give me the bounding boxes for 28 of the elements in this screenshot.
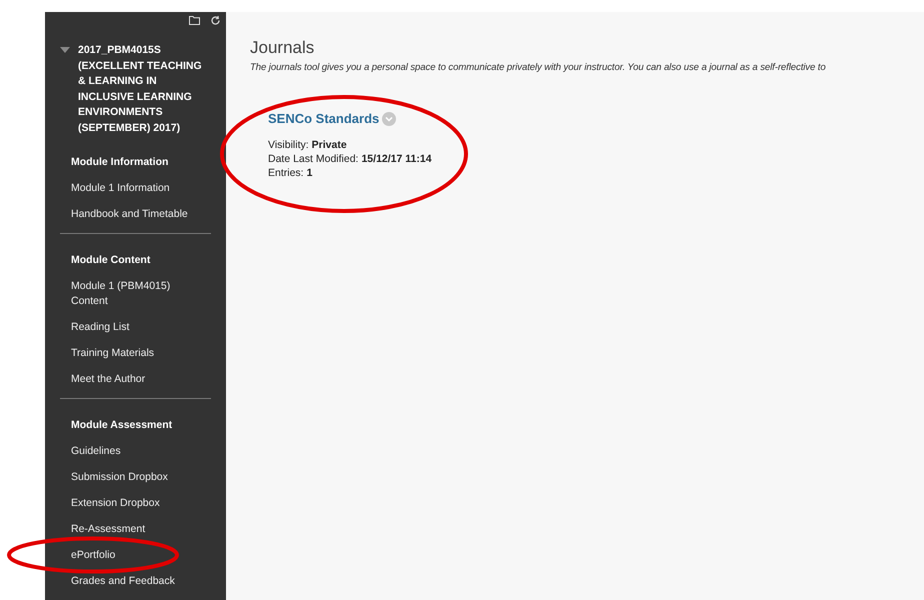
sidebar-link[interactable]: Handbook and Timetable xyxy=(60,207,211,222)
sidebar-link[interactable]: Extension Dropbox xyxy=(60,496,211,511)
field-label: Entries: xyxy=(268,166,304,180)
sidebar-link[interactable]: Submission Dropbox xyxy=(60,470,211,485)
field-value: 1 xyxy=(306,166,312,180)
sidebar-link[interactable]: Module 1 (PBM4015) Content xyxy=(60,279,211,309)
page-description: The journals tool gives you a personal space to communicate privately with your instructor. You can also use a journal as a self-reflective to xyxy=(250,61,827,75)
sidebar-link[interactable]: Re-Assessment xyxy=(60,522,211,537)
sidebar-link[interactable]: ePortfolio xyxy=(60,548,211,563)
sidebar-link[interactable]: Meet the Author xyxy=(60,372,211,387)
page-title: Journals xyxy=(250,38,316,58)
field-label: Visibility: xyxy=(268,138,309,152)
journal-link[interactable]: SENCo Standards xyxy=(268,109,380,129)
field-value: 15/12/17 11:14 xyxy=(361,152,432,166)
sidebar-link[interactable]: Grades and Feedback xyxy=(60,574,211,589)
caret-icon[interactable] xyxy=(60,47,70,54)
section-heading: Module Content xyxy=(70,253,152,268)
sidebar-link[interactable]: Module 1 Information xyxy=(60,181,211,196)
field-label: Date Last Modified: xyxy=(268,152,358,166)
sidebar-link[interactable]: Training Materials xyxy=(60,346,211,361)
sidebar-link[interactable]: Reading List xyxy=(60,320,211,335)
section-heading: Module Assessment xyxy=(70,418,174,433)
folder-icon[interactable] xyxy=(189,15,200,25)
field-value: Private xyxy=(312,138,347,152)
section-heading: Module Information xyxy=(70,155,170,170)
course-title[interactable]: 2017_PBM4015S (EXCELLENT TEACHING & LEARNING IN INCLUSIVE LEARNING ENVIRONMENTS (SEPTEMBER) 2017) xyxy=(78,43,211,136)
refresh-icon[interactable] xyxy=(210,14,221,26)
sidebar-link[interactable]: Guidelines xyxy=(60,444,211,459)
